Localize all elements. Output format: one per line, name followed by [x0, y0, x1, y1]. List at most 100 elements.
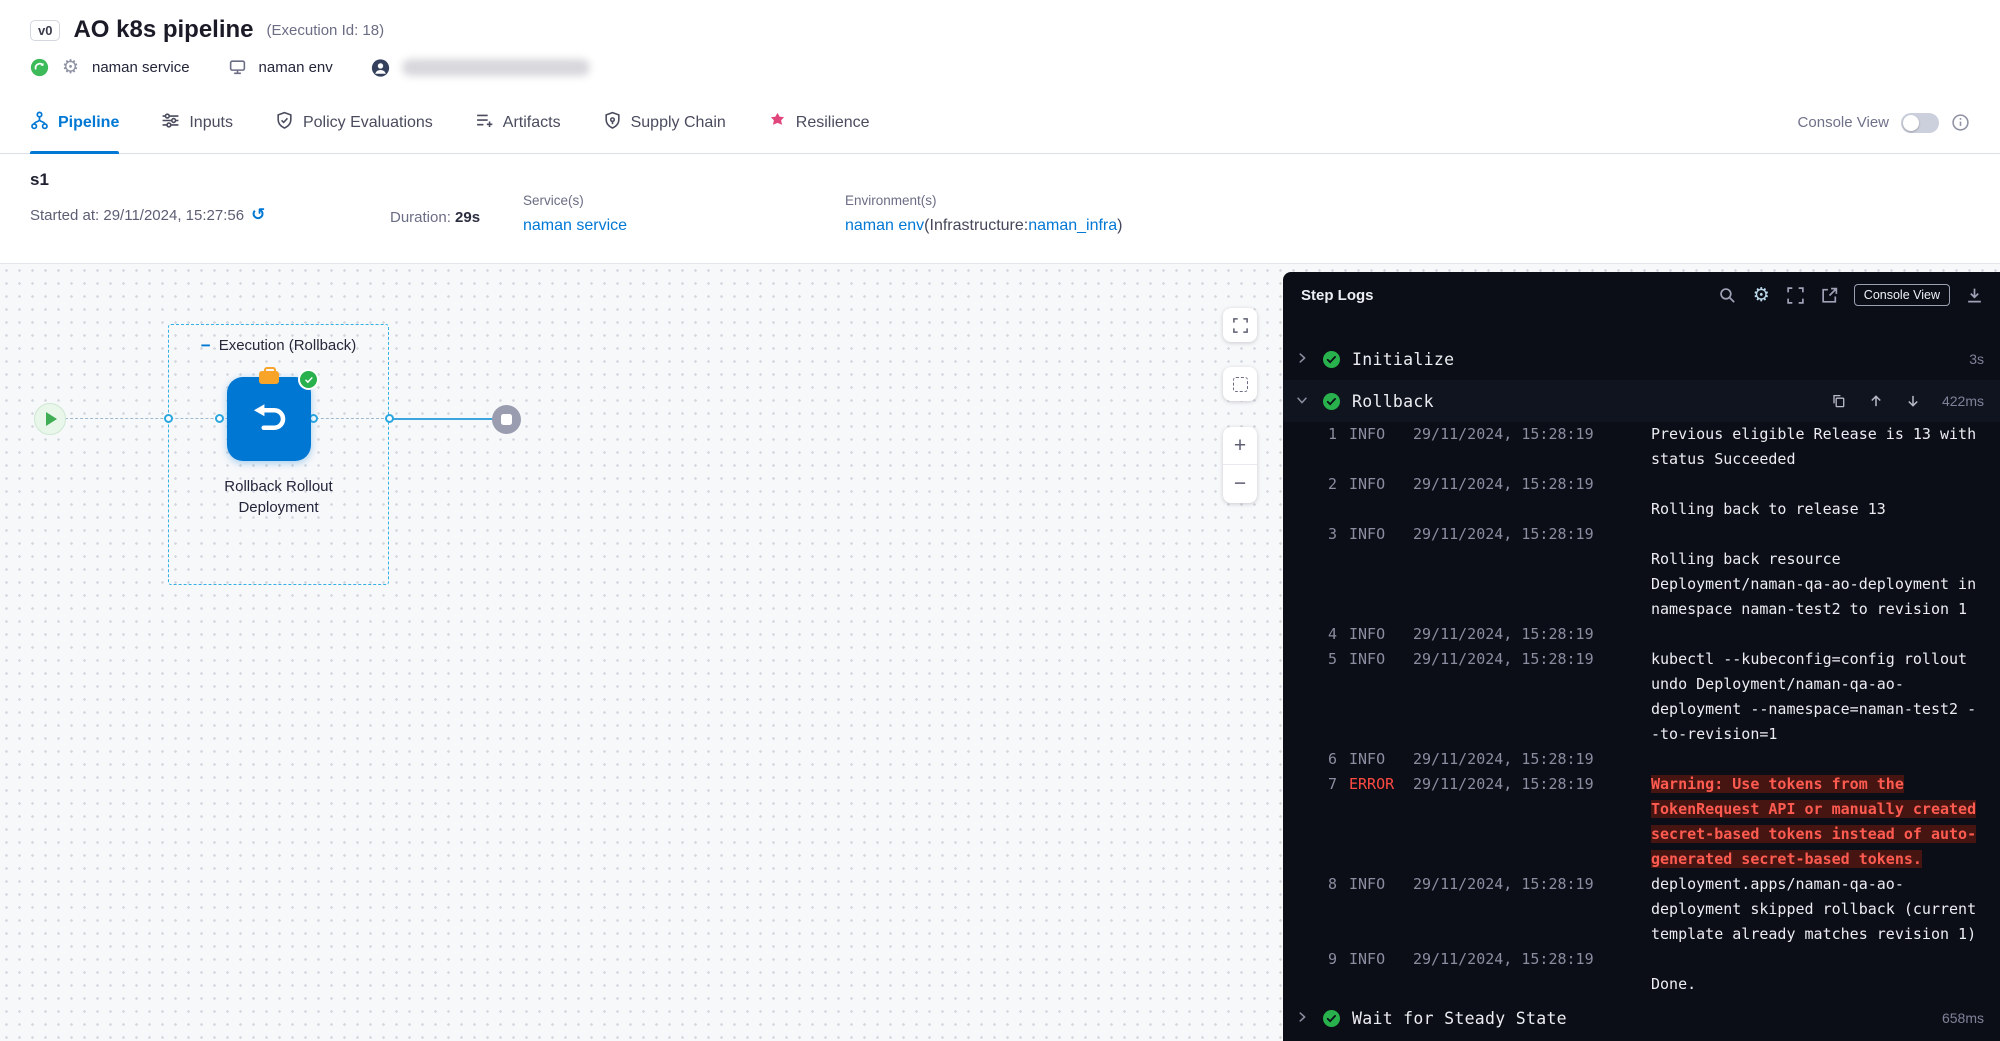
console-view-button[interactable]: Console View	[1854, 284, 1950, 306]
zoom-controls: + −	[1223, 427, 1257, 503]
services-label: Service(s)	[523, 193, 845, 208]
timestamp: 29/11/2024, 15:28:19	[1413, 522, 1651, 622]
infrastructure-suffix: )	[1117, 217, 1122, 234]
copy-icon[interactable]	[1831, 393, 1848, 410]
log-message	[1651, 622, 1986, 647]
tab-label: Policy Evaluations	[303, 114, 433, 132]
tab-resilience[interactable]: Resilience	[768, 92, 870, 153]
log-level: INFO	[1349, 422, 1401, 472]
work-area: Execution (Rollback) Ro	[0, 264, 2000, 1041]
gear-icon[interactable]: ⚙	[61, 58, 80, 77]
log-level: INFO	[1349, 472, 1401, 522]
chevron-icon[interactable]	[1295, 351, 1311, 367]
log-message	[1651, 747, 1986, 772]
tab-label: Artifacts	[503, 114, 561, 132]
scroll-down-icon[interactable]	[1905, 393, 1922, 410]
console-view-label: Console View	[1798, 114, 1889, 131]
tab-artifacts[interactable]: Artifacts	[475, 92, 561, 153]
connector-dot	[215, 414, 224, 423]
line-number: 6	[1309, 747, 1337, 772]
timestamp: 29/11/2024, 15:28:19	[1413, 647, 1651, 747]
open-in-new-icon[interactable]	[1820, 286, 1839, 305]
environments-block: Environment(s) naman env(Infrastructure:…	[845, 170, 1122, 263]
log-message: deployment.apps/naman-qa-ao- deployment …	[1651, 872, 1986, 947]
tab-bar: Pipeline Inputs Policy Evaluations Artif…	[0, 92, 2000, 154]
collapse-icon[interactable]	[201, 337, 211, 354]
chevron-icon[interactable]	[1295, 1010, 1311, 1026]
tab-label: Pipeline	[58, 114, 119, 132]
node-label-line2: Deployment	[168, 497, 389, 518]
execution-group-label-row: Execution (Rollback)	[169, 337, 388, 354]
log-section-wait-for-steady-state[interactable]: Wait for Steady State658ms	[1283, 997, 2000, 1039]
download-icon[interactable]	[1965, 286, 1984, 305]
log-message: Previous eligible Release is 13 with sta…	[1651, 422, 1986, 472]
log-section-initialize[interactable]: Initialize3s	[1283, 338, 2000, 380]
infrastructure-link[interactable]: naman_infra	[1028, 217, 1117, 234]
version-badge[interactable]: v0	[30, 20, 60, 41]
log-section-rollback[interactable]: Rollback422ms	[1283, 380, 2000, 422]
duration-value: 29s	[455, 209, 480, 226]
log-level: INFO	[1349, 947, 1401, 997]
service-link[interactable]: naman service	[523, 217, 845, 235]
environment-link[interactable]: naman env	[845, 217, 924, 234]
fullscreen-icon[interactable]	[1786, 286, 1805, 305]
console-view-toggle[interactable]	[1901, 113, 1939, 133]
start-node[interactable]	[34, 403, 66, 435]
line-number: 4	[1309, 622, 1337, 647]
end-node[interactable]	[492, 405, 521, 434]
play-icon	[46, 412, 57, 426]
check-circle-icon	[1323, 351, 1340, 368]
artifacts-icon	[475, 111, 494, 135]
line-number: 1	[1309, 422, 1337, 472]
started-value: 29/11/2024, 15:27:56	[103, 207, 244, 224]
settings-icon[interactable]: ⚙	[1752, 286, 1771, 305]
log-entry-9: 9INFO29/11/2024, 15:28:19 Done.	[1309, 947, 1986, 997]
timestamp: 29/11/2024, 15:28:19	[1413, 772, 1651, 872]
zoom-in-button[interactable]: +	[1223, 427, 1257, 465]
log-message: Rolling back to release 13	[1651, 472, 1986, 522]
scroll-up-icon[interactable]	[1868, 393, 1885, 410]
chevron-icon[interactable]	[1295, 393, 1311, 409]
info-icon[interactable]	[1951, 113, 1970, 132]
line-number: 5	[1309, 647, 1337, 747]
log-level: INFO	[1349, 747, 1401, 772]
history-icon[interactable]: ↺	[251, 207, 265, 224]
environment-icon	[228, 58, 247, 77]
tab-pipeline[interactable]: Pipeline	[30, 92, 119, 153]
tab-label: Inputs	[189, 114, 233, 132]
tab-supply-chain[interactable]: Supply Chain	[603, 92, 726, 153]
timestamp: 29/11/2024, 15:28:19	[1413, 422, 1651, 472]
success-badge	[298, 369, 319, 390]
line-number: 7	[1309, 772, 1337, 872]
tab-policy-evaluations[interactable]: Policy Evaluations	[275, 92, 433, 153]
log-level: INFO	[1349, 622, 1401, 647]
section-label: Wait for Steady State	[1352, 1009, 1567, 1028]
infrastructure-prefix: (Infrastructure:	[924, 217, 1028, 234]
log-level: INFO	[1349, 522, 1401, 622]
stage-left-block: s1 Started at: 29/11/2024, 15:27:56 ↺	[30, 170, 390, 263]
node-label-line1: Rollback Rollout	[168, 476, 389, 497]
section-right: 3s	[1969, 351, 1984, 367]
rollback-step-node[interactable]	[227, 377, 311, 461]
step-logs-panel: Step Logs ⚙ Console View Initialize3sRol…	[1283, 272, 2000, 1041]
log-entry-5: 5INFO29/11/2024, 15:28:19kubectl --kubec…	[1309, 647, 1986, 747]
pipeline-canvas[interactable]: Execution (Rollback) Ro	[0, 264, 1283, 1041]
log-entries: 1INFO29/11/2024, 15:28:19Previous eligib…	[1283, 422, 2000, 997]
group-label: Execution (Rollback)	[219, 337, 357, 354]
resilience-icon	[768, 111, 787, 135]
section-right: 422ms	[1831, 393, 1984, 410]
marquee-select-button[interactable]	[1223, 367, 1257, 401]
zoom-out-button[interactable]: −	[1223, 465, 1257, 503]
log-entry-8: 8INFO29/11/2024, 15:28:19deployment.apps…	[1309, 872, 1986, 947]
log-message: Done.	[1651, 947, 1986, 997]
log-entry-2: 2INFO29/11/2024, 15:28:19 Rolling back t…	[1309, 472, 1986, 522]
rollback-arrow-icon	[248, 398, 290, 440]
line-number: 8	[1309, 872, 1337, 947]
search-icon[interactable]	[1718, 286, 1737, 305]
execution-id: (Execution Id: 18)	[267, 22, 385, 39]
check-circle-icon	[1323, 1010, 1340, 1027]
line-number: 3	[1309, 522, 1337, 622]
tab-inputs[interactable]: Inputs	[161, 92, 233, 153]
stop-icon	[501, 414, 512, 425]
fit-view-button[interactable]	[1223, 308, 1257, 342]
